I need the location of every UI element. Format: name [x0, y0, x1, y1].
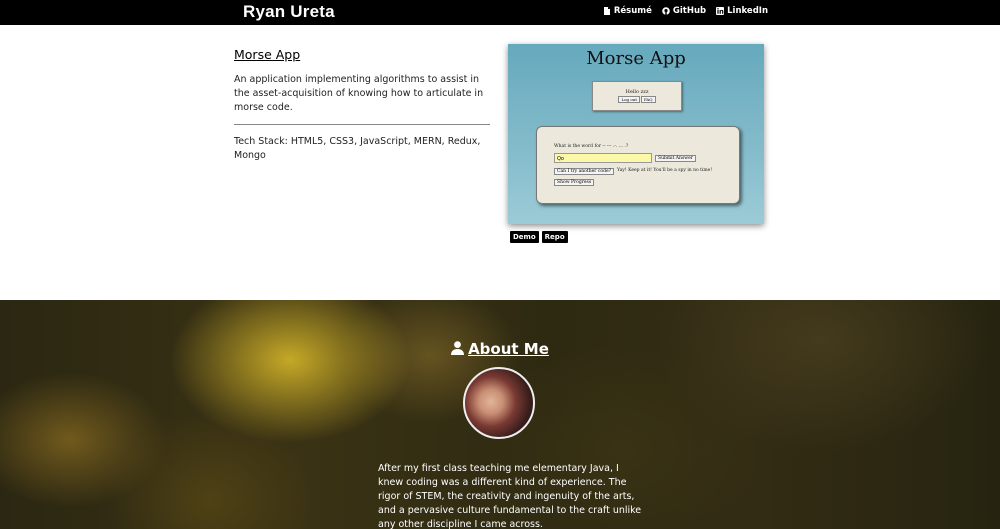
linkedin-link[interactable]: LinkedIn	[716, 6, 768, 16]
screenshot-question: What is the word for -- --- .-. ... .?	[554, 144, 629, 149]
project-buttons: Demo Repo	[510, 231, 568, 243]
about-heading[interactable]: About Me	[0, 340, 1000, 358]
github-icon	[662, 7, 670, 15]
screenshot-submit-button: Submit Answer	[655, 155, 696, 162]
screenshot-progress-button: Show Progress	[554, 179, 595, 186]
project-info: Morse App An application implementing al…	[234, 47, 490, 163]
screenshot-title: Morse App	[586, 48, 686, 69]
screenshot-hello-box: Hello zzz Log out FAQ	[592, 81, 682, 111]
screenshot-logout-button: Log out	[618, 96, 640, 103]
linkedin-link-label: LinkedIn	[727, 6, 768, 16]
resume-link[interactable]: Résumé	[603, 6, 652, 16]
linkedin-icon	[716, 7, 725, 15]
demo-button[interactable]: Demo	[510, 231, 539, 243]
screenshot-faq-button: FAQ	[640, 96, 656, 103]
about-section: About Me After my first class teaching m…	[0, 300, 1000, 529]
project-description: An application implementing algorithms t…	[234, 74, 484, 113]
avatar	[463, 367, 535, 439]
screenshot-quiz-box: What is the word for -- --- .-. ... .? Q…	[536, 126, 740, 204]
navbar: Ryan Ureta Résumé GitHub LinkedIn	[0, 0, 1000, 25]
divider	[234, 124, 490, 125]
about-text: After my first class teaching me element…	[378, 463, 642, 529]
file-icon	[603, 7, 610, 15]
screenshot-hello: Hello zzz	[625, 89, 649, 95]
user-icon	[451, 341, 465, 355]
tech-stack: Tech Stack: HTML5, CSS3, JavaScript, MER…	[234, 136, 481, 161]
screenshot-another-button: Can I try another code?	[554, 168, 615, 175]
screenshot-answer-input: Qo	[554, 153, 652, 163]
screenshot-message: Yay! Keep at it! You'll be a spy in no t…	[617, 168, 713, 173]
project-title[interactable]: Morse App	[234, 47, 490, 62]
brand-name[interactable]: Ryan Ureta	[243, 2, 335, 22]
github-link-label: GitHub	[672, 6, 707, 16]
nav-links: Résumé GitHub LinkedIn	[603, 6, 768, 16]
github-link[interactable]: GitHub	[662, 6, 706, 16]
repo-button[interactable]: Repo	[541, 231, 568, 243]
about-heading-label: About Me	[468, 340, 549, 358]
project-screenshot: Morse App Hello zzz Log out FAQ What is …	[508, 44, 764, 224]
resume-link-label: Résumé	[613, 6, 652, 16]
